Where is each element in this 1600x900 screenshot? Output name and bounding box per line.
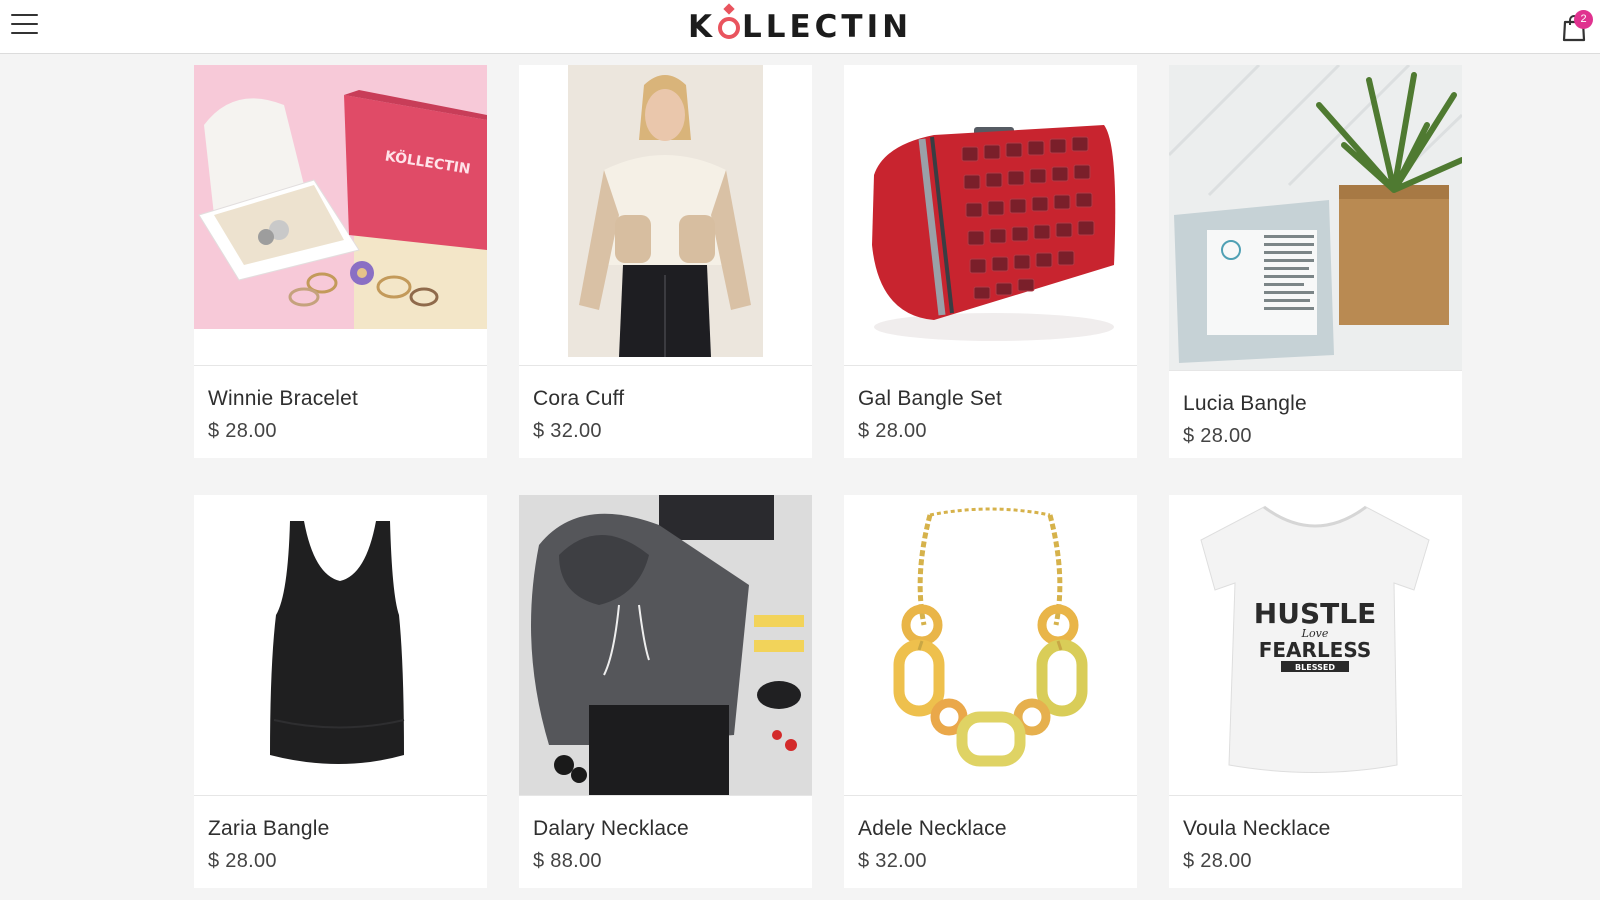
product-image[interactable] bbox=[519, 65, 812, 365]
product-image[interactable] bbox=[844, 495, 1137, 795]
hamburger-menu-icon[interactable] bbox=[9, 12, 39, 38]
card-divider bbox=[1169, 795, 1462, 796]
shirt-print-fearless: FEARLESS bbox=[1259, 638, 1372, 662]
top-bar: K LLECTIN 2 bbox=[0, 0, 1600, 54]
product-card-gal-bangle-set[interactable]: Gal Bangle Set $ 28.00 bbox=[844, 65, 1137, 458]
card-divider bbox=[844, 795, 1137, 796]
card-divider bbox=[519, 795, 812, 796]
product-image[interactable] bbox=[519, 495, 812, 795]
store-logo[interactable]: K LLECTIN bbox=[600, 3, 1000, 47]
cart-count-badge: 2 bbox=[1574, 10, 1593, 29]
product-image[interactable] bbox=[1169, 65, 1462, 370]
product-price: $ 32.00 bbox=[533, 420, 602, 442]
cart-button[interactable]: 2 bbox=[1560, 10, 1593, 44]
card-divider bbox=[1169, 370, 1462, 371]
product-card-zaria-bangle[interactable]: Zaria Bangle $ 28.00 bbox=[194, 495, 487, 888]
card-divider bbox=[194, 795, 487, 796]
logo-ring-icon bbox=[716, 3, 742, 47]
product-image[interactable] bbox=[194, 495, 487, 795]
card-divider bbox=[519, 365, 812, 366]
product-name[interactable]: Voula Necklace bbox=[1183, 817, 1331, 841]
product-image[interactable] bbox=[844, 65, 1137, 365]
product-name[interactable]: Lucia Bangle bbox=[1183, 392, 1307, 416]
product-card-lucia-bangle[interactable]: Lucia Bangle $ 28.00 bbox=[1169, 65, 1462, 458]
product-price: $ 32.00 bbox=[858, 850, 927, 872]
product-price: $ 28.00 bbox=[208, 420, 277, 442]
product-card-dalary-necklace[interactable]: Dalary Necklace $ 88.00 bbox=[519, 495, 812, 888]
logo-text-start: K bbox=[687, 9, 716, 45]
product-price: $ 88.00 bbox=[533, 850, 602, 872]
logo-text-end: LLECTIN bbox=[741, 9, 913, 45]
card-divider bbox=[194, 365, 487, 366]
card-divider bbox=[844, 365, 1137, 366]
product-card-cora-cuff[interactable]: Cora Cuff $ 32.00 bbox=[519, 65, 812, 458]
product-price: $ 28.00 bbox=[1183, 850, 1252, 872]
shirt-print-hustle: HUSTLE bbox=[1254, 597, 1376, 630]
product-image[interactable]: HUSTLE Love FEARLESS BLESSED bbox=[1169, 495, 1462, 795]
product-card-winnie-bracelet[interactable]: KÖLLECTIN Winnie Bracelet $ 28.00 bbox=[194, 65, 487, 458]
product-price: $ 28.00 bbox=[1183, 425, 1252, 447]
product-card-adele-necklace[interactable]: Adele Necklace $ 32.00 bbox=[844, 495, 1137, 888]
product-name[interactable]: Winnie Bracelet bbox=[208, 387, 358, 411]
product-price: $ 28.00 bbox=[208, 850, 277, 872]
product-name[interactable]: Cora Cuff bbox=[533, 387, 624, 411]
product-name[interactable]: Zaria Bangle bbox=[208, 817, 329, 841]
product-price: $ 28.00 bbox=[858, 420, 927, 442]
product-image[interactable]: KÖLLECTIN bbox=[194, 65, 487, 365]
product-card-voula-necklace[interactable]: HUSTLE Love FEARLESS BLESSED Voula Neckl… bbox=[1169, 495, 1462, 888]
shirt-print-blessed: BLESSED bbox=[1295, 663, 1335, 672]
product-name[interactable]: Adele Necklace bbox=[858, 817, 1007, 841]
product-name[interactable]: Gal Bangle Set bbox=[858, 387, 1002, 411]
product-name[interactable]: Dalary Necklace bbox=[533, 817, 689, 841]
